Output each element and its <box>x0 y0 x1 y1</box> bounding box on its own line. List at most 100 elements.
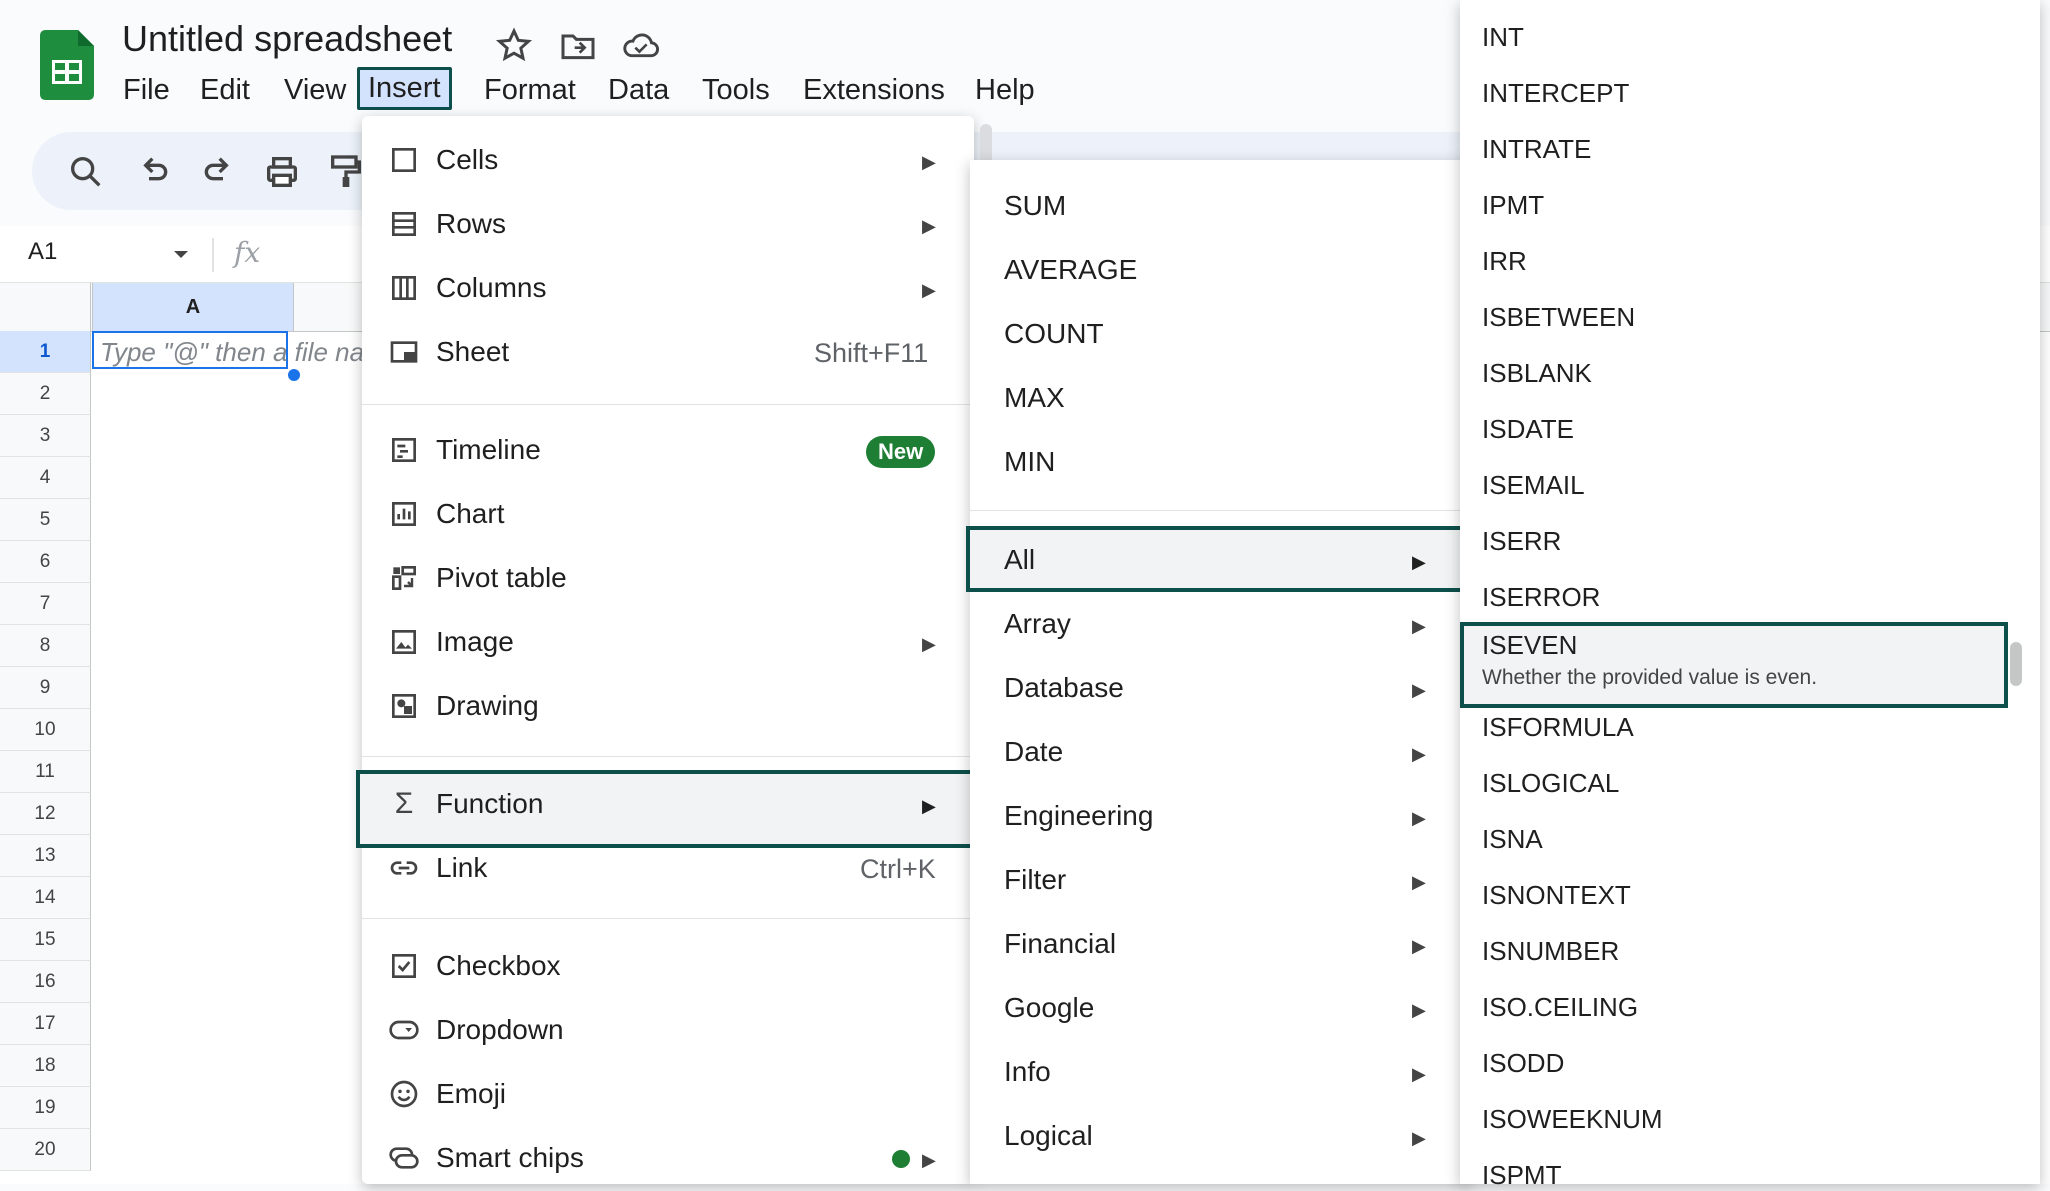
insert-item-columns[interactable]: Columns <box>388 272 546 304</box>
menu-help[interactable]: Help <box>967 72 1043 109</box>
function-item-iso-ceiling[interactable]: ISO.CEILING <box>1482 992 1638 1023</box>
search-icon[interactable] <box>66 152 106 192</box>
function-item-isformula[interactable]: ISFORMULA <box>1482 712 1634 743</box>
function-item-ispmt[interactable]: ISPMT <box>1482 1160 1561 1191</box>
row-header[interactable]: 5 <box>0 499 91 541</box>
category-google[interactable]: Google <box>1004 992 1094 1024</box>
category-date[interactable]: Date <box>1004 736 1063 768</box>
cell-a1[interactable]: Type "@" then a file na <box>92 331 364 369</box>
row-header[interactable]: 16 <box>0 961 91 1003</box>
row-header[interactable]: 3 <box>0 415 91 457</box>
insert-item-label: Drawing <box>436 690 539 721</box>
chevron-down-icon[interactable] <box>172 248 190 266</box>
print-icon[interactable] <box>262 152 302 192</box>
insert-item-cells[interactable]: Cells <box>388 144 498 176</box>
redo-icon[interactable] <box>198 152 238 192</box>
row-header[interactable]: 1 <box>0 331 91 373</box>
row-header[interactable]: 7 <box>0 583 91 625</box>
function-item-isemail[interactable]: ISEMAIL <box>1482 470 1585 501</box>
row-header[interactable]: 19 <box>0 1087 91 1129</box>
category-engineering[interactable]: Engineering <box>1004 800 1153 832</box>
category-logical[interactable]: Logical <box>1004 1120 1093 1152</box>
function-item-isblank[interactable]: ISBLANK <box>1482 358 1592 389</box>
move-folder-icon[interactable] <box>558 26 598 66</box>
function-count[interactable]: COUNT <box>1004 318 1104 350</box>
function-item-islogical[interactable]: ISLOGICAL <box>1482 768 1619 799</box>
function-item-isbetween[interactable]: ISBETWEEN <box>1482 302 1635 333</box>
row-header[interactable]: 15 <box>0 919 91 961</box>
insert-item-pivot-table[interactable]: Pivot table <box>388 562 567 594</box>
insert-item-link[interactable]: Link <box>388 852 487 884</box>
insert-item-drawing[interactable]: Drawing <box>388 690 539 722</box>
function-item-isoweeknum[interactable]: ISOWEEKNUM <box>1482 1104 1663 1135</box>
select-all-corner[interactable] <box>0 283 91 332</box>
row-header[interactable]: 18 <box>0 1045 91 1087</box>
row-header[interactable]: 2 <box>0 373 91 415</box>
row-header[interactable]: 10 <box>0 709 91 751</box>
menu-extensions[interactable]: Extensions <box>795 72 953 109</box>
insert-item-chart[interactable]: Chart <box>388 498 504 530</box>
insert-menu-scrollbar[interactable] <box>980 124 992 164</box>
function-item-isodd[interactable]: ISODD <box>1482 1048 1564 1079</box>
menu-data[interactable]: Data <box>600 72 677 109</box>
submenu-arrow-icon: ▶ <box>922 796 936 816</box>
menu-tools[interactable]: Tools <box>694 72 778 109</box>
undo-icon[interactable] <box>134 152 174 192</box>
row-header[interactable]: 11 <box>0 751 91 793</box>
function-item-isna[interactable]: ISNA <box>1482 824 1543 855</box>
sheets-logo-icon[interactable] <box>40 30 94 100</box>
row-header[interactable]: 6 <box>0 541 91 583</box>
row-header[interactable]: 9 <box>0 667 91 709</box>
row-header[interactable]: 17 <box>0 1003 91 1045</box>
paint-format-icon[interactable] <box>326 152 366 192</box>
name-box[interactable]: A1 <box>28 238 57 266</box>
category-info[interactable]: Info <box>1004 1056 1051 1088</box>
insert-item-image[interactable]: Image <box>388 626 514 658</box>
category-database[interactable]: Database <box>1004 672 1124 704</box>
function-item-isdate[interactable]: ISDATE <box>1482 414 1574 445</box>
fill-handle[interactable] <box>286 367 302 383</box>
category-filter[interactable]: Filter <box>1004 864 1066 896</box>
function-average[interactable]: AVERAGE <box>1004 254 1137 286</box>
function-sum[interactable]: SUM <box>1004 190 1066 222</box>
function-item-int[interactable]: INT <box>1482 22 1524 53</box>
category-array[interactable]: Array <box>1004 608 1071 640</box>
function-item-iseven[interactable]: ISEVEN <box>1482 630 1577 661</box>
row-header[interactable]: 8 <box>0 625 91 667</box>
row-header[interactable]: 13 <box>0 835 91 877</box>
menu-format[interactable]: Format <box>476 72 584 109</box>
insert-item-rows[interactable]: Rows <box>388 208 506 240</box>
cloud-status-icon[interactable] <box>620 26 660 66</box>
row-header[interactable]: 20 <box>0 1129 91 1171</box>
functions-scrollbar[interactable] <box>2010 642 2022 686</box>
function-item-isnontext[interactable]: ISNONTEXT <box>1482 880 1631 911</box>
insert-item-function[interactable]: Σ Function <box>388 788 544 820</box>
insert-item-sheet[interactable]: Sheet <box>388 336 509 368</box>
row-header[interactable]: 12 <box>0 793 91 835</box>
insert-item-timeline[interactable]: Timeline <box>388 434 541 466</box>
function-item-isnumber[interactable]: ISNUMBER <box>1482 936 1619 967</box>
function-item-intrate[interactable]: INTRATE <box>1482 134 1591 165</box>
menu-insert[interactable]: Insert <box>357 67 452 110</box>
menu-file[interactable]: File <box>115 72 178 109</box>
star-icon[interactable] <box>494 26 534 66</box>
function-max[interactable]: MAX <box>1004 382 1065 414</box>
function-item-iserr[interactable]: ISERR <box>1482 526 1561 557</box>
function-item-ipmt[interactable]: IPMT <box>1482 190 1544 221</box>
insert-item-smart-chips[interactable]: Smart chips <box>388 1142 584 1174</box>
category-financial[interactable]: Financial <box>1004 928 1116 960</box>
function-min[interactable]: MIN <box>1004 446 1055 478</box>
insert-item-emoji[interactable]: Emoji <box>388 1078 506 1110</box>
menu-view[interactable]: View <box>276 72 354 109</box>
insert-item-dropdown[interactable]: Dropdown <box>388 1014 564 1046</box>
category-all[interactable]: All <box>1004 544 1035 576</box>
row-header[interactable]: 4 <box>0 457 91 499</box>
insert-item-checkbox[interactable]: Checkbox <box>388 950 561 982</box>
menu-edit[interactable]: Edit <box>192 72 258 109</box>
row-header[interactable]: 14 <box>0 877 91 919</box>
function-item-intercept[interactable]: INTERCEPT <box>1482 78 1629 109</box>
column-header-a[interactable]: A <box>92 283 294 331</box>
document-title[interactable]: Untitled spreadsheet <box>122 18 452 60</box>
function-item-irr[interactable]: IRR <box>1482 246 1527 277</box>
function-item-iserror[interactable]: ISERROR <box>1482 582 1600 613</box>
